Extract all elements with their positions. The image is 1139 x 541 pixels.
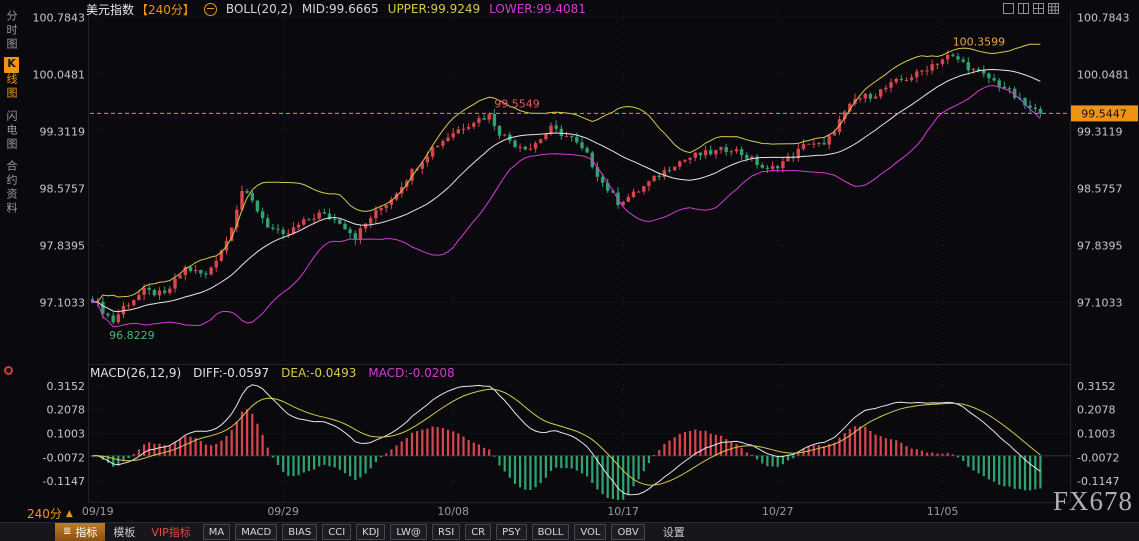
macd-diff-value: DIFF:-0.0597 [193, 366, 270, 380]
indicator-button-cci[interactable]: CCI [322, 524, 352, 540]
last-price-tag: 99.5447 [1071, 105, 1138, 122]
layout-one-icon[interactable] [1003, 3, 1014, 14]
svg-text:97.8395: 97.8395 [1077, 240, 1123, 253]
svg-text:100.7843: 100.7843 [33, 11, 86, 24]
svg-text:96.8229: 96.8229 [109, 329, 155, 342]
indicators-tab-label: 指标 [75, 526, 98, 539]
indicator-button-macd[interactable]: MACD [235, 524, 278, 540]
indicator-button-boll[interactable]: BOLL [531, 524, 570, 540]
macd-legend: MACD(26,12,9) [90, 366, 182, 380]
bottom-toolbar: 指标 模板 VIP指标 MAMACDBIASCCIKDJLW@RSICRPSYB… [0, 522, 1139, 541]
svg-text:99.3119: 99.3119 [40, 125, 86, 138]
svg-text:99.5447: 99.5447 [1081, 107, 1127, 120]
layout-nine-icon[interactable] [1048, 3, 1059, 14]
boll-mid-line [92, 68, 1041, 313]
svg-text:100.0481: 100.0481 [33, 68, 86, 81]
sidebar-item-time-chart[interactable]: 分时图 [3, 10, 19, 52]
sidebar-item-kline-chart[interactable]: K线图 [3, 57, 19, 101]
macd-diff-line [92, 384, 1041, 496]
indicators-tab[interactable]: 指标 [55, 523, 106, 541]
svg-text:0.1003: 0.1003 [47, 428, 86, 441]
boll-lower-line [92, 85, 1041, 328]
svg-text:09/19: 09/19 [82, 505, 114, 518]
macd-dea-value: DEA:-0.0493 [281, 366, 357, 380]
svg-text:99.3119: 99.3119 [1077, 125, 1123, 138]
svg-text:10/08: 10/08 [437, 505, 469, 518]
macd-hist-value: MACD:-0.0208 [368, 366, 455, 380]
price-chart-canvas[interactable]: 100.7843 100.7843 100.0481 100.0481 99.3119 9… [0, 0, 1139, 541]
indicator-button-psy[interactable]: PSY [496, 524, 527, 540]
period-arrow-icon: ▲ [65, 508, 73, 519]
boll-upper-value: UPPER:99.9249 [387, 2, 481, 16]
macd-histogram [91, 409, 1042, 500]
chart-header: 美元指数 【240分】 BOLL(20,2) MID:99.6665 UPPER… [86, 1, 586, 17]
indicator-button-ma[interactable]: MA [202, 524, 231, 540]
red-circle-icon[interactable] [4, 366, 13, 375]
svg-text:-0.0072: -0.0072 [43, 451, 85, 464]
svg-text:0.1003: 0.1003 [1077, 428, 1116, 441]
period-toggle[interactable]: 240分 ▲ [27, 505, 73, 522]
left-sidebar: 分时图 K线图 闪电图 合约资料 [0, 0, 19, 522]
svg-text:98.5757: 98.5757 [1077, 182, 1123, 195]
templates-tab[interactable]: 模板 [105, 523, 143, 541]
indicator-button-cr[interactable]: CR [465, 524, 492, 540]
indicator-buttons: MA MACD BIAS CCI KDJ LW@ RSI CR PSY BOLL VOL OBV [202, 524, 645, 540]
indicator-button-vol[interactable]: VOL [574, 524, 607, 540]
boll-upper-line [92, 43, 1041, 303]
settings-button[interactable]: 设置 [655, 523, 693, 541]
svg-text:10/17: 10/17 [607, 505, 639, 518]
svg-text:-0.1147: -0.1147 [43, 475, 85, 488]
boll-mid-value: MID:99.6665 [301, 2, 379, 16]
kline-label: 线图 [5, 73, 18, 101]
svg-text:100.3599: 100.3599 [953, 35, 1006, 48]
price-axis-labels: 100.7843 100.7843 100.0481 100.0481 99.3119 9… [33, 11, 1130, 309]
svg-text:-0.0072: -0.0072 [1077, 451, 1119, 464]
sidebar-item-lightning-chart[interactable]: 闪电图 [3, 110, 19, 152]
svg-text:11/05: 11/05 [927, 505, 959, 518]
svg-text:100.0481: 100.0481 [1077, 68, 1130, 81]
svg-text:97.8395: 97.8395 [40, 240, 86, 253]
svg-text:0.2078: 0.2078 [1077, 404, 1116, 417]
trading-app: 100.7843 100.7843 100.0481 100.0481 99.3119 9… [0, 0, 1139, 541]
symbol-title: 美元指数 [86, 2, 135, 17]
svg-text:97.1033: 97.1033 [1077, 297, 1123, 310]
macd-header: MACD(26,12,9) DIFF:-0.0597 DEA:-0.0493 M… [90, 366, 455, 380]
indicator-button-kdj[interactable]: KDJ [356, 524, 386, 540]
candles [90, 50, 1043, 325]
layout-four-icon[interactable] [1033, 3, 1044, 14]
svg-text:99.5549: 99.5549 [494, 98, 540, 111]
period-label: 240分 [27, 507, 62, 521]
layout-controls [1003, 3, 1059, 14]
period-badge[interactable]: 【240分】 [136, 1, 195, 18]
macd-dea-line [92, 388, 1041, 486]
svg-text:10/27: 10/27 [762, 505, 794, 518]
kline-badge: K [4, 57, 19, 73]
svg-text:100.7843: 100.7843 [1077, 11, 1130, 24]
indicator-collapse-icon[interactable] [203, 2, 217, 16]
svg-text:09/29: 09/29 [267, 505, 299, 518]
indicator-button-lw[interactable]: LW@ [390, 524, 427, 540]
indicator-button-obv[interactable]: OBV [611, 524, 645, 540]
indicator-button-rsi[interactable]: RSI [431, 524, 461, 540]
vip-indicators-tab[interactable]: VIP指标 [143, 523, 198, 541]
svg-text:0.3152: 0.3152 [47, 380, 86, 393]
svg-text:97.1033: 97.1033 [40, 297, 86, 310]
svg-text:98.5757: 98.5757 [40, 182, 86, 195]
boll-legend: BOLL(20,2) [225, 2, 293, 16]
svg-text:0.3152: 0.3152 [1077, 380, 1116, 393]
layout-two-icon[interactable] [1018, 3, 1029, 14]
svg-text:0.2078: 0.2078 [47, 404, 86, 417]
date-axis-labels: 09/19 09/29 10/08 10/17 10/27 11/05 [82, 505, 959, 518]
sidebar-item-contract-info[interactable]: 合约资料 [3, 160, 19, 216]
fx678-watermark: FX678 [1052, 486, 1133, 516]
indicator-menu-icon [63, 527, 71, 537]
boll-lower-value: LOWER:99.4081 [489, 2, 586, 16]
indicator-button-bias[interactable]: BIAS [282, 524, 318, 540]
